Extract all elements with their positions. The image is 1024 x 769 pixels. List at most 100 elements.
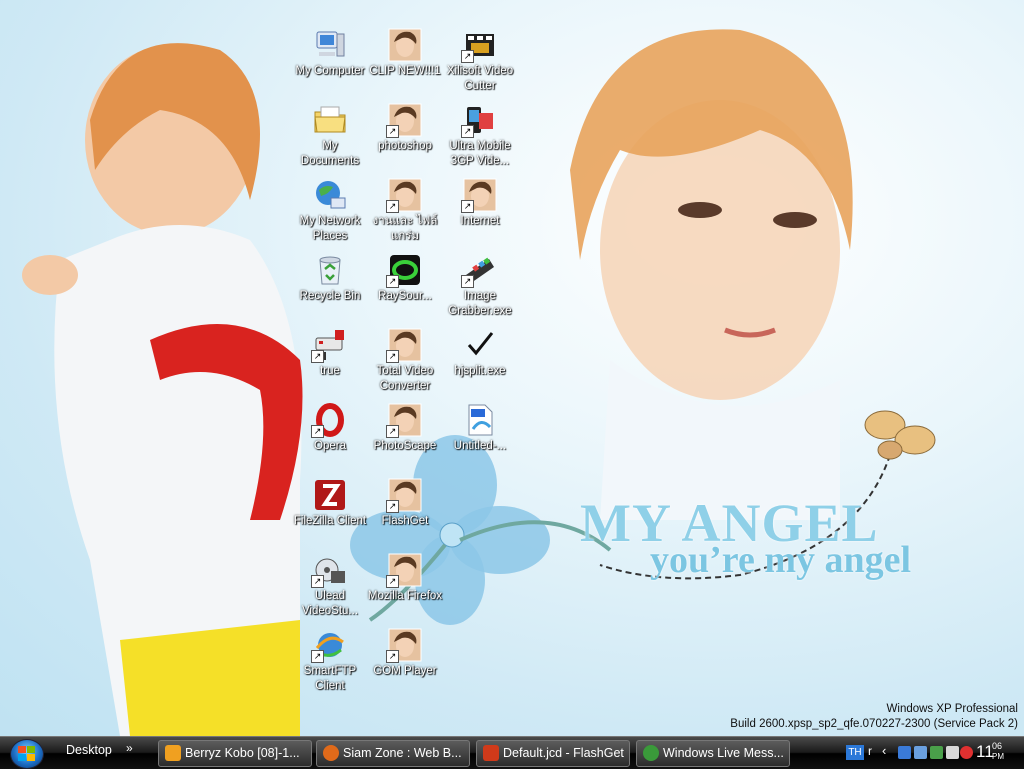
wallpaper-left-figure [22, 43, 303, 736]
messenger-icon [643, 744, 659, 761]
desktop-icon-gom-player[interactable]: ↗ GOM Player [367, 628, 443, 700]
shortcut-arrow-icon: ↗ [311, 350, 324, 363]
desktop-icon-image-grabber-exe[interactable]: ↗ Image Grabber.exe [442, 253, 518, 325]
desktop-icon-filezilla-client[interactable]: FileZilla Client [292, 478, 368, 550]
desktop-icon-label: SmartFTP Client [303, 665, 357, 692]
desktop-icon-true[interactable]: ↗ true [292, 328, 368, 400]
shortcut-arrow-icon: ↗ [311, 425, 324, 438]
smartftp-icon: ↗ [311, 628, 347, 663]
windows-logo-icon [18, 746, 35, 761]
desktop-icon-photoscape[interactable]: ↗ PhotoScape [367, 403, 443, 475]
os-name: Windows XP Professional [886, 703, 1018, 715]
flashget-tray-icon[interactable] [960, 746, 973, 759]
photo-thumbnail-icon: ↗ [386, 628, 422, 663]
language-indicator[interactable]: TH [846, 745, 864, 760]
desktop-icon-label: Internet [460, 215, 500, 227]
raysource-icon: ↗ [386, 253, 422, 288]
input-bar-icon[interactable]: r [868, 744, 872, 758]
shortcut-arrow-icon: ↗ [386, 200, 399, 213]
desktop-icon-ulead-videostu[interactable]: ↗ Ulead VideoStu... [292, 553, 368, 625]
desktop-icon-ultra-mobile-3gp-vide[interactable]: ↗ Ultra Mobile 3GP Vide... [442, 103, 518, 175]
shortcut-arrow-icon: ↗ [311, 650, 324, 663]
desktop-icon-xilisoft-video-cutter[interactable]: ↗ Xilisoft Video Cutter [442, 28, 518, 100]
photo-thumbnail-icon [388, 28, 422, 62]
desktop-icon-label: Ultra Mobile 3GP Vide... [449, 140, 511, 167]
desktop-icon-untitled[interactable]: Untitled-... [442, 403, 518, 475]
photo-thumbnail-icon: ↗ [461, 178, 497, 213]
show-hidden-icons-chevron-icon[interactable]: ‹ [882, 743, 886, 758]
antivirus-tray-icon[interactable] [946, 746, 959, 759]
photo-thumbnail-icon: ↗ [386, 478, 422, 513]
desktop-icon-flashget[interactable]: ↗ FlashGet [367, 478, 443, 550]
desktop-icon-label: RaySour... [378, 290, 432, 302]
aimp-icon [165, 744, 181, 761]
network-device-icon: ↗ [311, 328, 347, 363]
desktop-icon-label: Mozilla Firefox [367, 590, 443, 602]
desktop-icon-[interactable]: ↗ งานและ ไฟล์แกร่ม [367, 178, 443, 250]
checkmark-icon [463, 328, 497, 362]
desktop-icon-raysour[interactable]: ↗ RaySour... [367, 253, 443, 325]
shortcut-arrow-icon: ↗ [386, 500, 399, 513]
taskbar-button-firefox[interactable]: Siam Zone : Web B... [316, 740, 470, 767]
desktop-icon-my-documents[interactable]: My Documents [292, 103, 368, 175]
task-label: Windows Live Mess... [663, 746, 784, 760]
desktop-icon-mozilla-firefox[interactable]: ↗ Mozilla Firefox [367, 553, 443, 625]
shortcut-arrow-icon: ↗ [461, 50, 474, 63]
taskbar-button-aimp[interactable]: Berryz Kobo [08]-1... [158, 740, 312, 767]
messenger-tray-icon[interactable] [930, 746, 943, 759]
network-tray-icon[interactable] [898, 746, 911, 759]
desktop-icon-my-network-places[interactable]: My Network Places [292, 178, 368, 250]
desktop-icon-label: PhotoScape [373, 440, 437, 452]
os-build: Build 2600.xpsp_sp2_qfe.070227-2300 (Ser… [730, 718, 1018, 730]
taskbar-clock[interactable]: 11 06 PM [976, 741, 1004, 762]
desktop-icon-photoshop[interactable]: ↗ photoshop [367, 103, 443, 175]
task-label: Default.jcd - FlashGet [503, 746, 624, 760]
desktop-icon-total-video-converter[interactable]: ↗ Total Video Converter [367, 328, 443, 400]
wallpaper-subtitle: you’re my angel [650, 539, 912, 581]
system-tray: TH r ‹ 11 06 PM [842, 737, 1024, 769]
shortcut-arrow-icon: ↗ [386, 650, 399, 663]
network-icon [313, 178, 347, 212]
safely-remove-hardware-icon[interactable] [914, 746, 927, 759]
desktop-icon-my-computer[interactable]: My Computer [292, 28, 368, 100]
firefox-icon [323, 744, 339, 761]
shortcut-arrow-icon: ↗ [386, 425, 399, 438]
mobile-video-icon: ↗ [461, 103, 497, 138]
desktop-icon-internet[interactable]: ↗ Internet [442, 178, 518, 250]
desktop-icon-opera[interactable]: ↗ Opera [292, 403, 368, 475]
recycle-bin-icon [313, 253, 347, 287]
clock-minutes: 06 [992, 741, 1003, 751]
taskbar-button-messenger[interactable]: Windows Live Mess... [636, 740, 790, 767]
desktop-icon-label: My Documents [300, 140, 360, 167]
desktop-icon-label: งานและ ไฟล์แกร่ม [372, 215, 438, 242]
shortcut-arrow-icon: ↗ [461, 200, 474, 213]
taskbar-button-flashget[interactable]: Default.jcd - FlashGet [476, 740, 630, 767]
desktop-icon-label: My Network Places [299, 215, 361, 242]
desktop-icon-label: Image Grabber.exe [448, 290, 512, 317]
desktop-icon-label: My Computer [295, 65, 365, 77]
desktop-icon-label: photoshop [378, 140, 432, 152]
desktop-icon-recycle-bin[interactable]: Recycle Bin [292, 253, 368, 325]
desktop-icon-label: hjsplit.exe [454, 365, 506, 377]
desktop-icon-label: FileZilla Client [293, 515, 367, 527]
photo-thumbnail-icon: ↗ [386, 178, 422, 213]
desktop-icon-label: Untitled-... [453, 440, 507, 452]
desktop-icon-smartftp-client[interactable]: ↗ SmartFTP Client [292, 628, 368, 700]
desktop-toolbar-label[interactable]: Desktop [66, 743, 112, 757]
desktop-icon-hjsplit-exe[interactable]: hjsplit.exe [442, 328, 518, 400]
desktop-icon-label: CLIP NEW!!!1 [369, 65, 441, 77]
desktop-icon-label: true [320, 365, 340, 377]
desktop-icon-label: Total Video Converter [376, 365, 434, 392]
desktop-icon-label: Recycle Bin [299, 290, 361, 302]
taskbar: Desktop » Berryz Kobo [08]-1... Siam Zon… [0, 736, 1024, 769]
photo-thumbnail-icon: ↗ [386, 553, 422, 588]
ulead-icon: ↗ [311, 553, 347, 588]
desktop-icon-label: Opera [314, 440, 346, 452]
start-button[interactable] [10, 739, 44, 769]
toolbar-chevron-icon[interactable]: » [126, 741, 133, 755]
desktop-icon-clip-new-1[interactable]: CLIP NEW!!!1 [367, 28, 443, 100]
task-label: Berryz Kobo [08]-1... [185, 746, 300, 760]
shortcut-arrow-icon: ↗ [386, 275, 399, 288]
desktop-icon-label: Ulead VideoStu... [301, 590, 359, 617]
clock-ampm: PM [992, 752, 1004, 761]
